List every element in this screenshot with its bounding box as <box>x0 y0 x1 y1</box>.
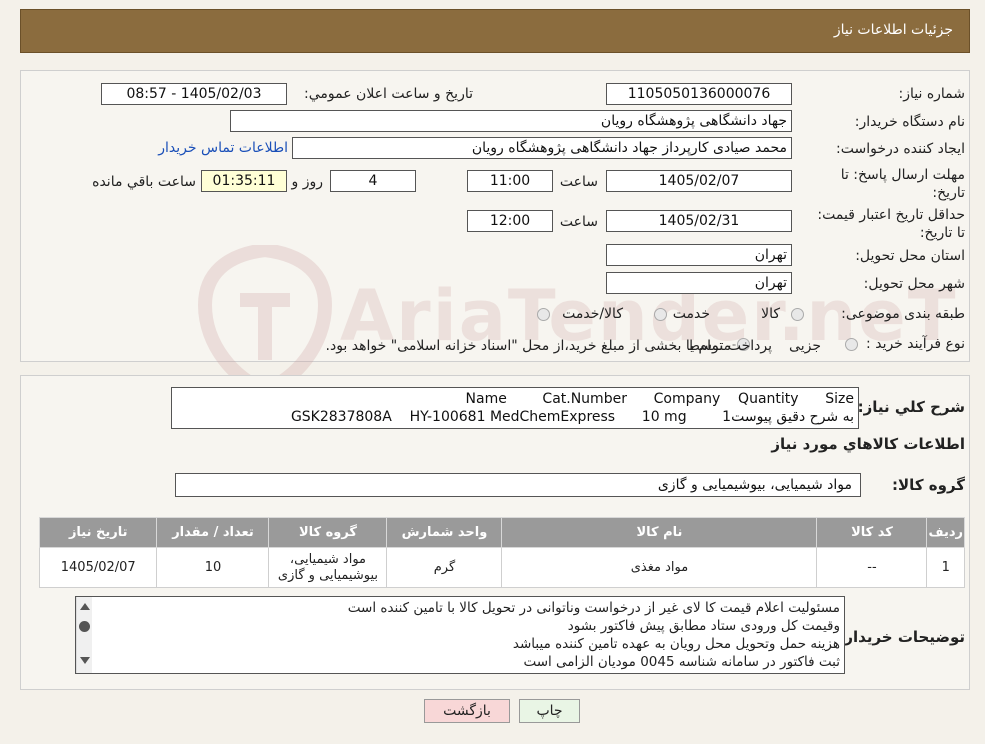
notes-scrollbar[interactable] <box>76 597 92 673</box>
cell-unit: گرم <box>386 547 503 588</box>
summary-line-1: Name Cat.Number Company Quantity Size <box>465 391 854 407</box>
col-unit: واحد شمارش <box>386 517 503 548</box>
summary-line-2: GSK2837808A HY-100681 MedChemExpress 10 … <box>290 409 854 425</box>
city-label: شهر محل تحویل: <box>863 276 965 292</box>
scroll-up-icon[interactable] <box>80 603 90 610</box>
scroll-thumb[interactable] <box>79 621 90 632</box>
watermark-shield-icon <box>197 245 333 395</box>
category-option-goods-service: کالا/خدمت <box>562 306 623 322</box>
province-field: تهران <box>606 244 792 266</box>
category-radio-goods-service[interactable] <box>537 308 550 321</box>
buyer-org-label: نام دستگاه خريدار: <box>854 114 965 130</box>
category-radio-service[interactable] <box>654 308 667 321</box>
announce-label: تاریخ و ساعت اعلان عمومي: <box>304 86 473 102</box>
deadline-time-field: 11:00 <box>467 170 553 192</box>
summary-field: Name Cat.Number Company Quantity Size GS… <box>171 387 859 429</box>
buyer-org-field: جهاد دانشگاهی پژوهشگاه رویان <box>230 110 792 132</box>
goods-table: رديف کد کالا نام کالا واحد شمارش گروه کا… <box>38 517 965 588</box>
notes-text: مسئولیت اعلام قیمت کا لای غیر از درخواست… <box>348 599 840 671</box>
col-qty: تعداد / مقدار <box>156 517 270 548</box>
province-label: استان محل تحویل: <box>855 248 965 264</box>
buyer-notes-field[interactable]: مسئولیت اعلام قیمت کا لای غیر از درخواست… <box>75 596 845 674</box>
cell-date: 1405/02/07 <box>38 547 158 588</box>
cell-qty: 10 <box>156 547 270 588</box>
col-group: گروه کالا <box>268 517 388 548</box>
category-label: طبقه بندی موضوعی: <box>841 306 965 322</box>
buyer-contact-link[interactable]: اطلاعات تماس خريدار <box>158 140 288 156</box>
goods-group-field: مواد شیمیایی، بیوشیمیایی و گازی <box>175 473 861 497</box>
category-radio-goods[interactable] <box>791 308 804 321</box>
watermark-logo: AriaTender.neT <box>195 245 955 395</box>
days-field: 4 <box>330 170 416 192</box>
col-code: کد کالا <box>816 517 928 548</box>
page-title: جزئیات اطلاعات نیاز <box>833 22 953 38</box>
validity-time-field: 12:00 <box>467 210 553 232</box>
announce-field: 1405/02/03 - 08:57 <box>101 83 287 105</box>
scroll-down-icon[interactable] <box>80 657 90 664</box>
goods-title: اطلاعات کالاهاي مورد نياز <box>771 435 965 453</box>
notes-line-2: وقیمت کل ورودی ستاد مطابق پیش فاکتور بشو… <box>567 618 840 634</box>
category-option-goods: کالا <box>761 306 780 322</box>
col-date: تاریخ نیاز <box>38 517 158 548</box>
deadline-date-field: 1405/02/07 <box>606 170 792 192</box>
need-number-label: شماره نیاز: <box>898 86 966 102</box>
summary-label: شرح کلي نياز: <box>857 398 965 416</box>
cell-name: مواد مغذی <box>501 547 818 588</box>
process-option-partial: جزیی <box>789 338 821 354</box>
page-header: جزئیات اطلاعات نیاز <box>20 9 970 53</box>
creator-label: ايجاد کننده درخواست: <box>836 141 965 157</box>
creator-field: محمد صیادی کارپرداز جهاد دانشگاهی پژوهشگ… <box>292 137 792 159</box>
remaining-time-field: 01:35:11 <box>201 170 287 192</box>
days-label: روز و <box>291 174 324 190</box>
need-number-field: 1105050136000076 <box>606 83 792 105</box>
cell-index: 1 <box>926 547 965 588</box>
goods-group-label: گروه کالا: <box>892 476 965 494</box>
cell-group: مواد شیمیایی، بیوشیمیایی و گازی <box>268 547 388 588</box>
notes-line-4: ثبت فاکتور در سامانه شناسه 0045 مودیان ا… <box>523 654 840 670</box>
notes-line-3: هزینه حمل وتحویل محل رویان به عهده تامین… <box>512 636 840 652</box>
back-button[interactable]: بازگشت <box>424 699 510 723</box>
notes-line-1: مسئولیت اعلام قیمت کا لای غیر از درخواست… <box>347 600 840 616</box>
deadline-label: مهلت ارسال پاسخ: تا تاریخ: <box>840 167 965 201</box>
city-field: تهران <box>606 272 792 294</box>
cell-code: -- <box>816 547 928 588</box>
goods-table-header: رديف کد کالا نام کالا واحد شمارش گروه کا… <box>38 517 965 548</box>
remaining-label: ساعت باقي مانده <box>92 174 196 190</box>
validity-time-label: ساعت <box>559 214 598 230</box>
deadline-time-label: ساعت <box>559 174 598 190</box>
process-note: پرداخت تمام یا بخشی از مبلغ خرید،از محل … <box>325 338 772 354</box>
col-index: رديف <box>926 517 965 548</box>
table-row: 1 -- مواد مغذی گرم مواد شیمیایی، بیوشیمی… <box>38 547 965 588</box>
process-label: نوع فرآیند خرید : <box>866 336 965 352</box>
print-button[interactable]: چاپ <box>519 699 580 723</box>
buyer-notes-label: توضيحات خريدار: <box>838 628 965 646</box>
category-option-service: خدمت <box>672 306 710 322</box>
process-radio-partial[interactable] <box>845 338 858 351</box>
validity-label: حداقل تاریخ اعتبار قیمت: تا تاریخ: <box>817 207 965 241</box>
validity-date-field: 1405/02/31 <box>606 210 792 232</box>
col-name: نام کالا <box>501 517 818 548</box>
